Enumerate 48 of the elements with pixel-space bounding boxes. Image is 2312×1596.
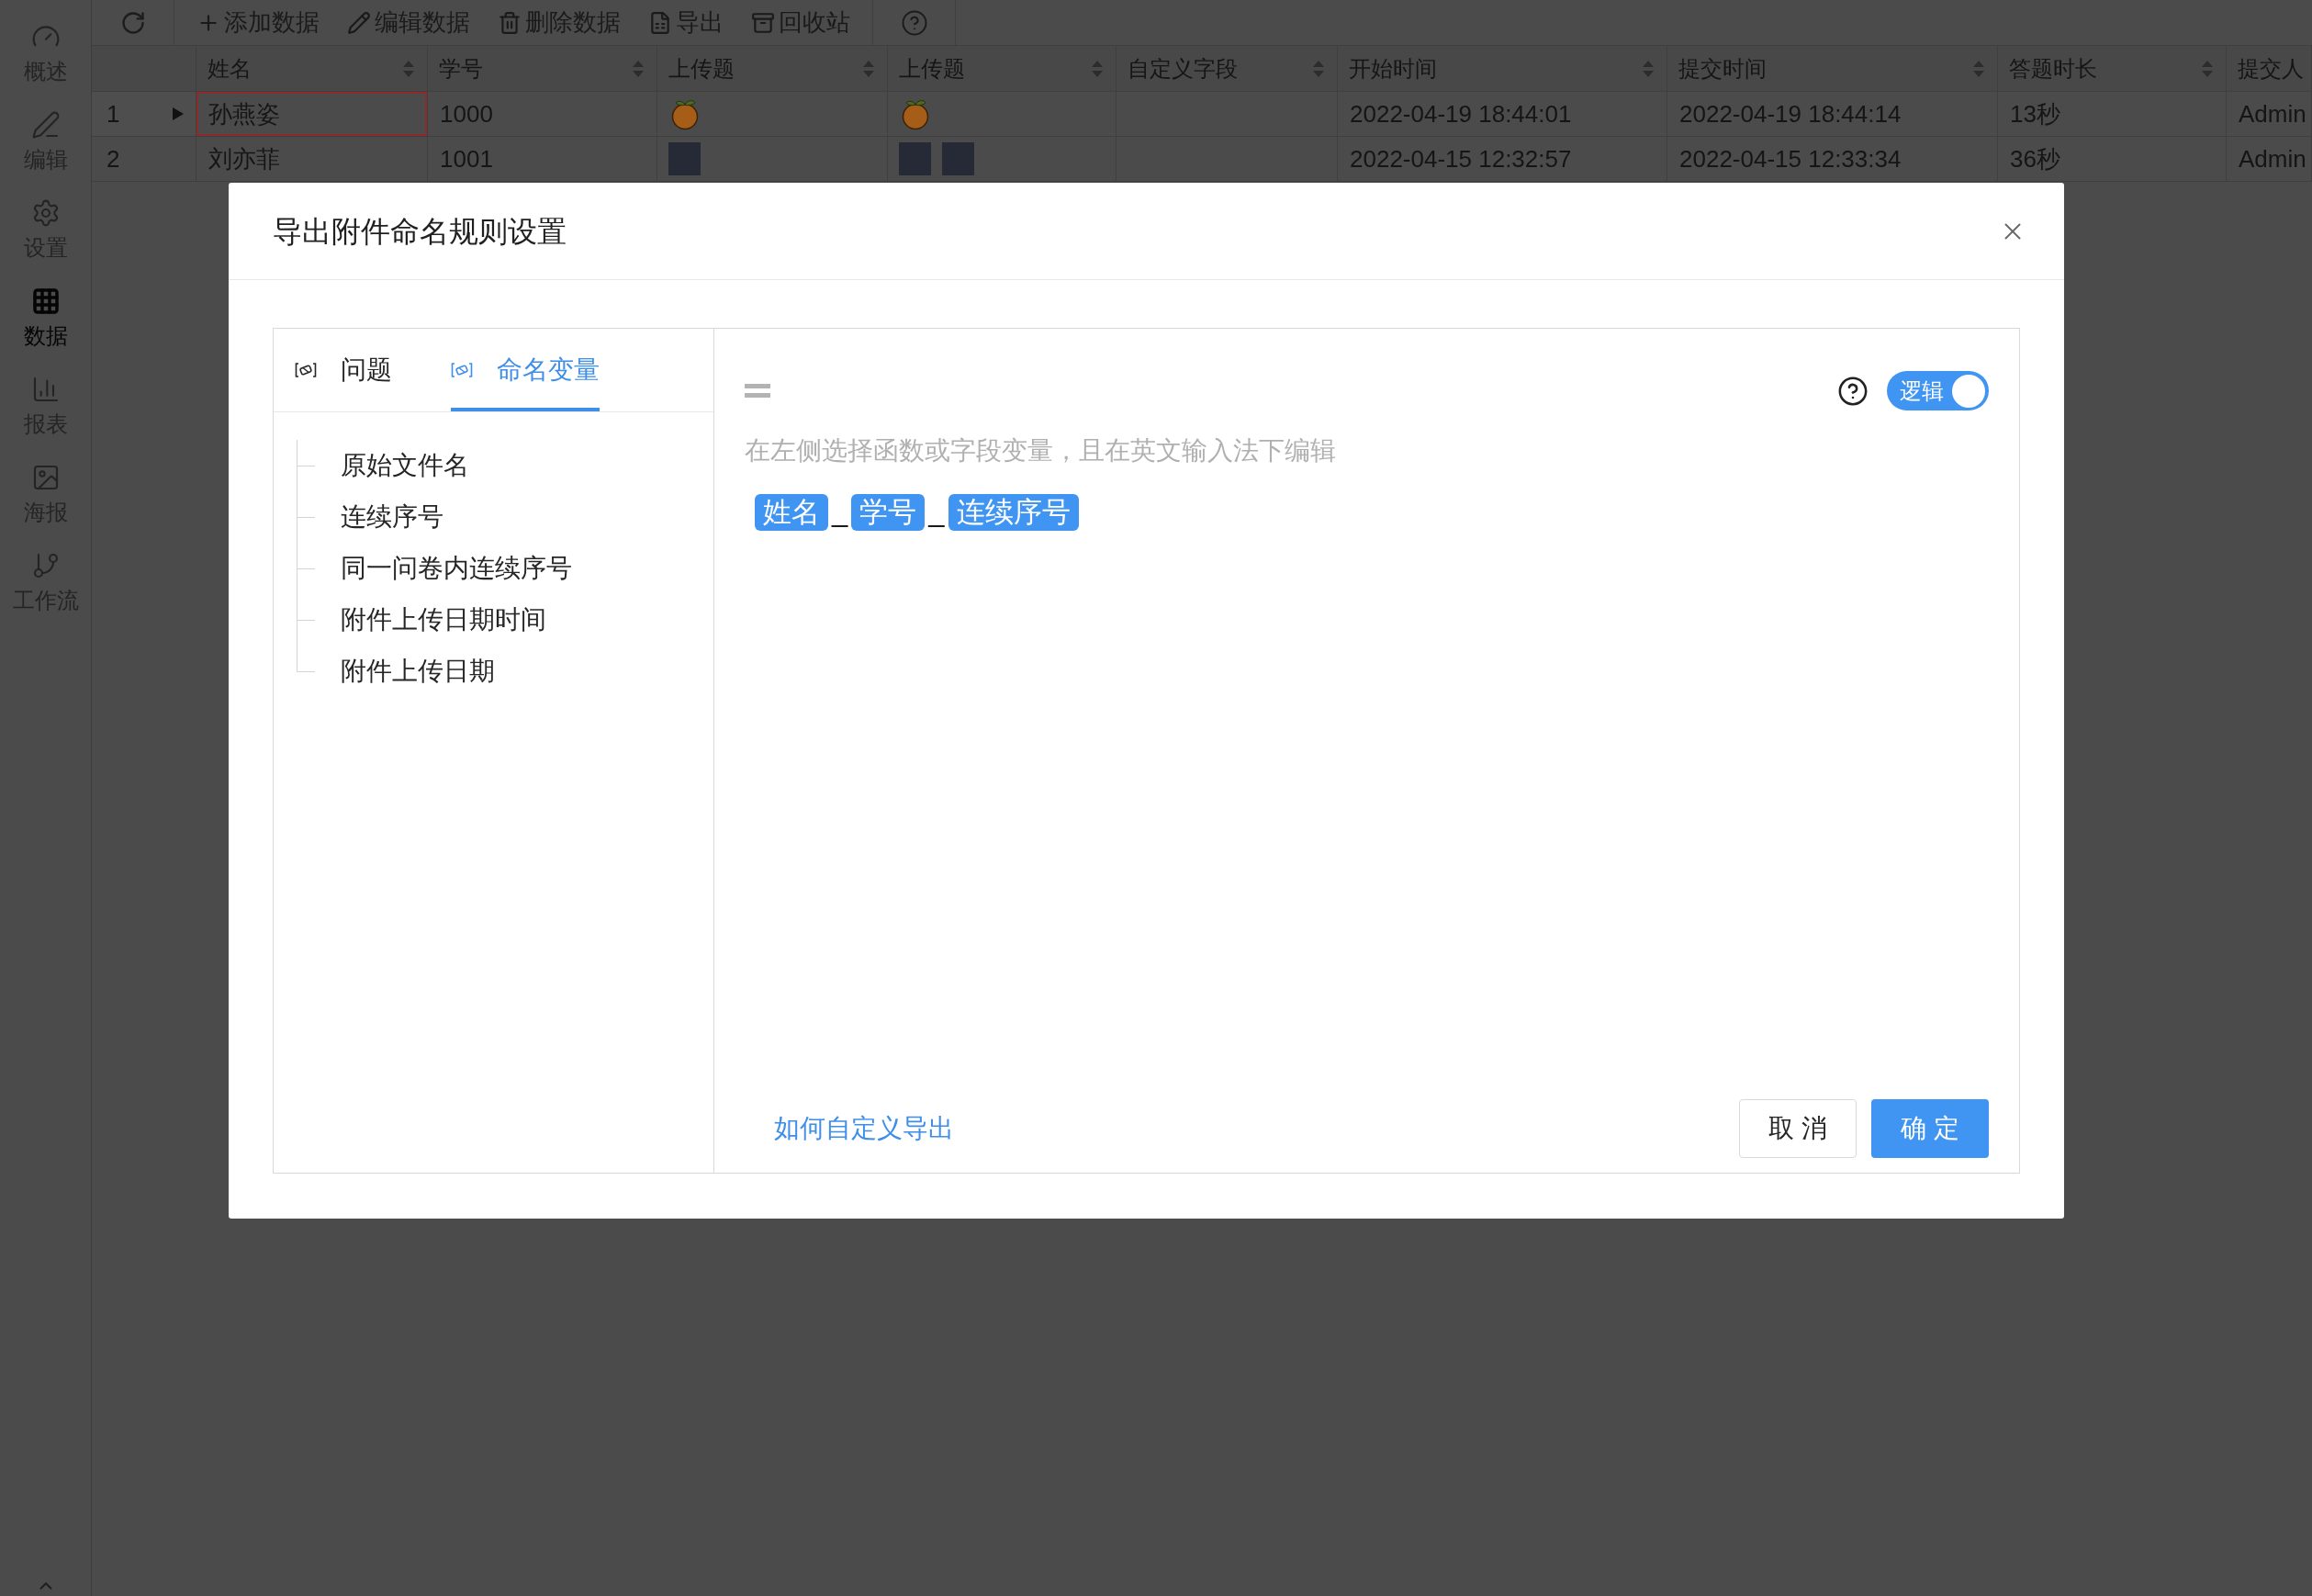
help-icon[interactable] xyxy=(1837,375,1869,407)
hint-text: 在左侧选择函数或字段变量，且在英文输入法下编辑 xyxy=(745,435,1337,466)
tab[interactable]: 问题 xyxy=(295,329,392,411)
pen-icon xyxy=(30,110,61,140)
grid-icon xyxy=(30,287,61,316)
refresh-icon[interactable] xyxy=(119,9,146,36)
help-link[interactable]: 如何自定义导出 xyxy=(774,1109,954,1148)
confirm-button[interactable]: 确 定 xyxy=(1871,1099,1989,1158)
pencil-icon xyxy=(347,10,371,35)
variable-tag: 姓名 xyxy=(755,494,828,531)
photo-placeholder xyxy=(899,142,931,175)
sort-icon[interactable] xyxy=(632,59,645,78)
variable-tag: 学号 xyxy=(851,494,926,531)
tab[interactable]: 命名变量 xyxy=(451,329,600,411)
sort-icon[interactable] xyxy=(2201,59,2214,78)
equals-icon xyxy=(745,384,770,398)
tree-connector xyxy=(297,491,315,543)
tree-item[interactable]: 同一问卷内连续序号 xyxy=(341,543,572,594)
logic-toggle[interactable]: 逻辑 xyxy=(1887,371,1989,410)
tree-connector xyxy=(297,440,315,491)
sort-icon[interactable] xyxy=(1642,59,1655,78)
sort-icon[interactable] xyxy=(862,59,875,78)
brackets-icon xyxy=(451,361,473,379)
row-number: 1 xyxy=(107,98,120,129)
row-header-cell[interactable]: 1 xyxy=(92,92,196,137)
separator-text: _ xyxy=(832,495,848,530)
cancel-button[interactable]: 取 消 xyxy=(1739,1099,1857,1158)
caret-right-icon xyxy=(172,107,185,121)
tree-item[interactable]: 附件上传日期 xyxy=(341,646,495,697)
dialog-title: 导出附件命名规则设置 xyxy=(273,213,567,250)
sort-icon[interactable] xyxy=(402,59,415,78)
photo-placeholder xyxy=(942,142,974,175)
sidebar-item[interactable]: 数据 xyxy=(0,287,91,375)
tree-item[interactable]: 连续序号 xyxy=(341,491,443,543)
photo-placeholder xyxy=(668,142,701,175)
sort-icon[interactable] xyxy=(1972,59,1985,78)
tree-item[interactable]: 附件上传日期时间 xyxy=(341,594,546,646)
tree-item[interactable]: 原始文件名 xyxy=(341,440,469,491)
variable-tag: 连续序号 xyxy=(948,494,1079,531)
sidebar-label: 数据 xyxy=(23,323,68,349)
sort-icon[interactable] xyxy=(1312,59,1325,78)
brackets-icon xyxy=(295,361,317,379)
spreadsheet-icon xyxy=(648,10,672,35)
trash-icon xyxy=(498,10,522,35)
tree-connector xyxy=(297,543,315,594)
archive-icon xyxy=(751,10,775,35)
separator-text: _ xyxy=(928,495,945,530)
sort-icon[interactable] xyxy=(1091,59,1104,78)
